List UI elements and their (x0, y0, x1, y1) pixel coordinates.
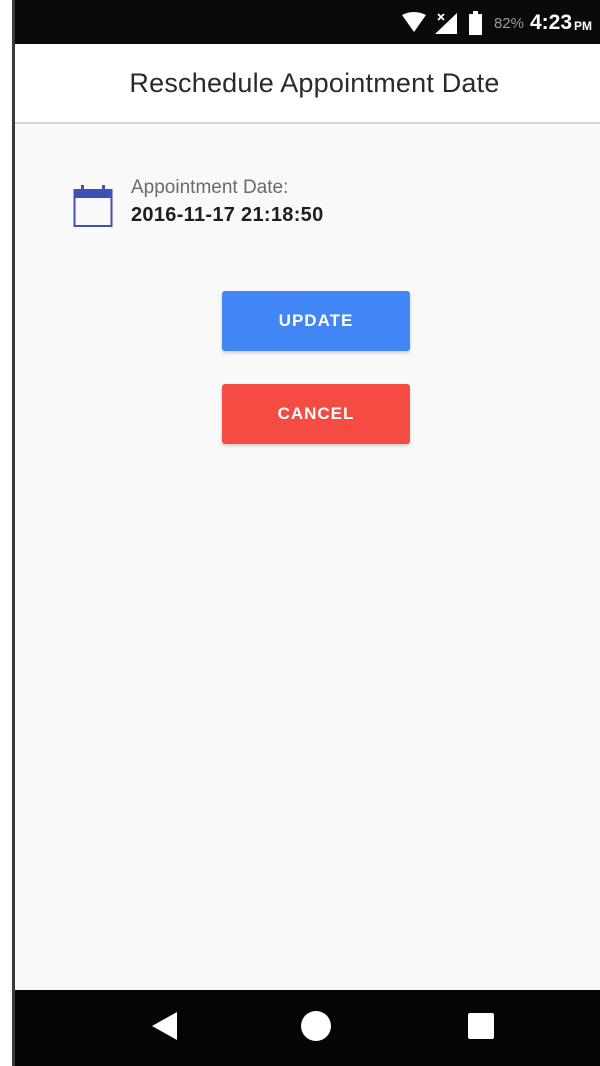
status-icons: 82% 4:23 PM (401, 8, 592, 38)
clock: 4:23 (529, 11, 572, 34)
appointment-date-label: Appointment Date: (131, 177, 289, 198)
back-button[interactable] (120, 990, 210, 1066)
page-title: Reschedule Appointment Date (129, 67, 500, 98)
cancel-button[interactable]: CANCEL (222, 384, 410, 444)
home-icon (300, 1010, 332, 1047)
battery-percent: 82% (493, 14, 524, 32)
app-screen: 82% 4:23 PM Reschedule Appointment Date … (12, 0, 600, 1066)
home-button[interactable] (271, 990, 361, 1066)
clock-suffix: PM (574, 19, 592, 33)
calendar-icon (73, 182, 113, 228)
signal-icon (433, 11, 459, 35)
status-bar: 82% 4:23 PM (15, 0, 600, 44)
app-bar: Reschedule Appointment Date (15, 44, 600, 124)
back-icon (150, 1010, 180, 1047)
appointment-date-value[interactable]: 2016-11-17 21:18:50 (131, 200, 324, 230)
appointment-date-text: Appointment Date: 2016-11-17 21:18:50 (131, 176, 324, 230)
update-button[interactable]: UPDATE (222, 291, 410, 351)
recents-button[interactable] (436, 990, 526, 1066)
appointment-date-row[interactable]: Appointment Date: 2016-11-17 21:18:50 (73, 176, 324, 230)
wifi-icon (401, 12, 427, 34)
navigation-bar (15, 990, 600, 1066)
recents-icon (468, 1012, 494, 1044)
battery-icon (468, 11, 482, 35)
